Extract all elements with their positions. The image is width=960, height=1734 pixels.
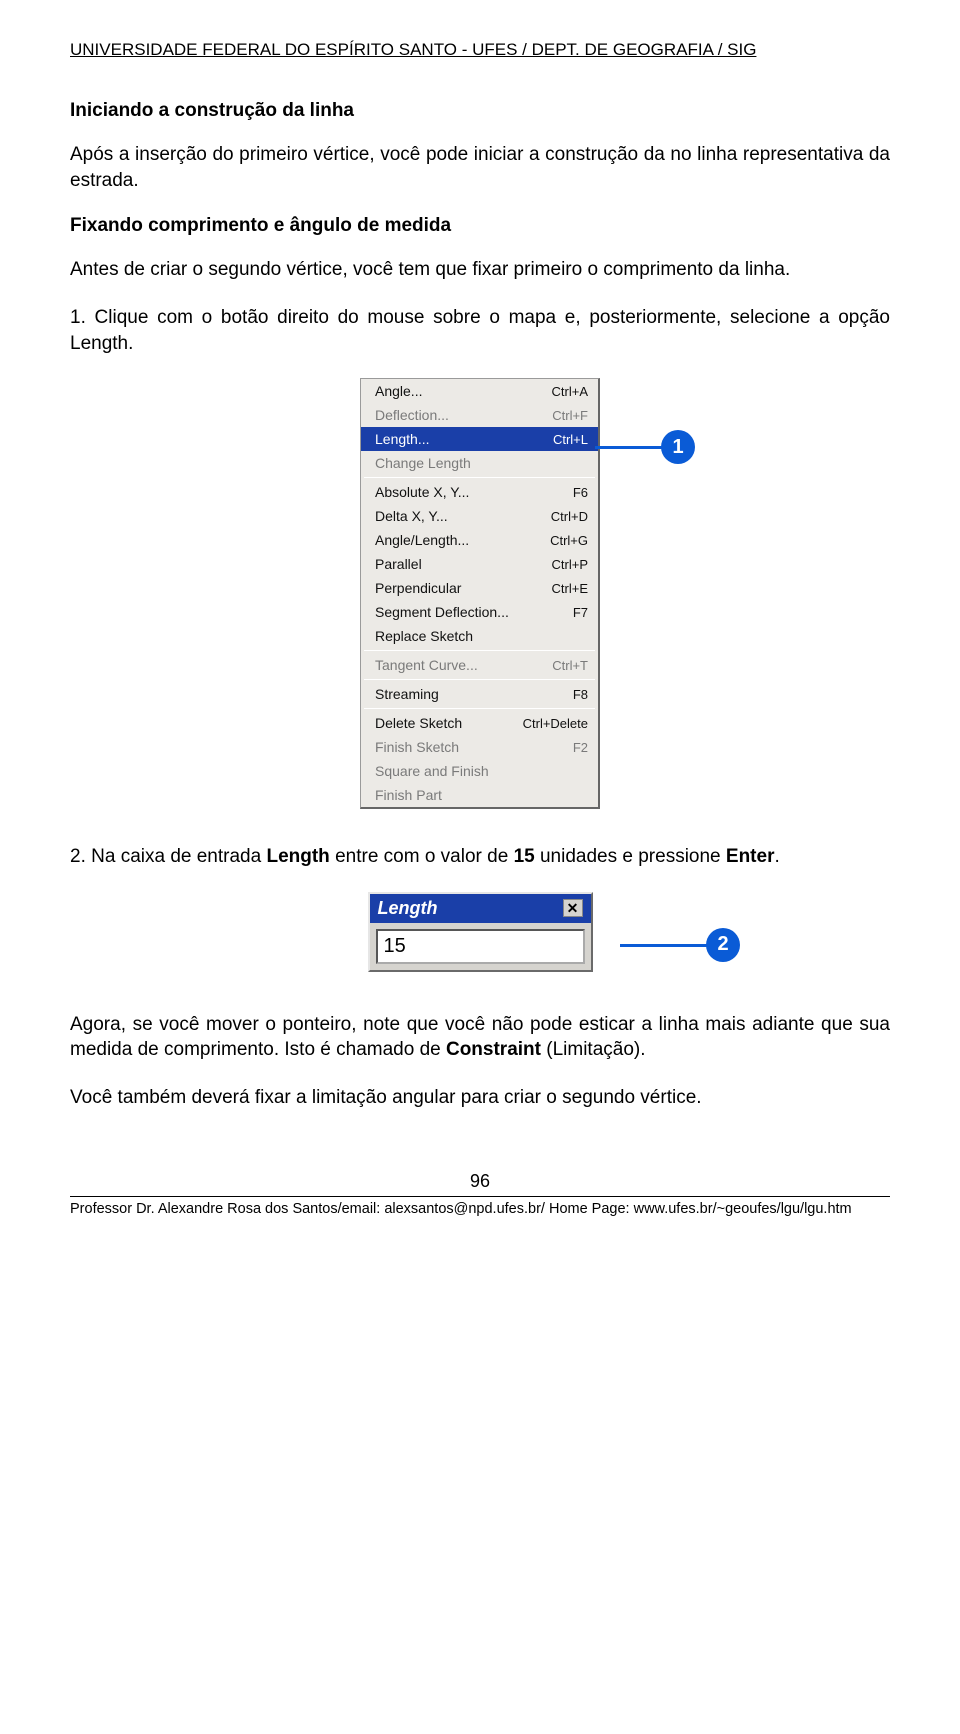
menu-item-shortcut: F7	[573, 605, 588, 620]
menu-item[interactable]: Perpendicular Ctrl+E	[361, 576, 598, 600]
context-menu-figure: Angle... Ctrl+A Deflection... Ctrl+F Length.…	[70, 378, 890, 809]
menu-item-shortcut: Ctrl+L	[553, 432, 588, 447]
menu-item-shortcut: Ctrl+E	[552, 581, 588, 596]
menu-item-label: Perpendicular	[375, 580, 461, 596]
callout-line	[595, 446, 665, 449]
context-menu: Angle... Ctrl+A Deflection... Ctrl+F Length.…	[360, 378, 600, 809]
menu-item-label: Deflection...	[375, 407, 449, 423]
menu-item: Deflection... Ctrl+F	[361, 403, 598, 427]
bold-text: 15	[514, 846, 535, 867]
paragraph: Você também deverá fixar a limitação ang…	[70, 1085, 890, 1111]
menu-item-label: Delete Sketch	[375, 715, 462, 731]
dialog-titlebar: Length ✕	[370, 894, 591, 923]
menu-item-label: Absolute X, Y...	[375, 484, 469, 500]
menu-item[interactable]: Angle/Length... Ctrl+G	[361, 528, 598, 552]
menu-item-shortcut: Ctrl+Delete	[523, 716, 588, 731]
paragraph: Agora, se você mover o ponteiro, note qu…	[70, 1012, 890, 1063]
text: unidades e pressione	[535, 846, 726, 867]
menu-item-shortcut: F8	[573, 687, 588, 702]
menu-item[interactable]: Parallel Ctrl+P	[361, 552, 598, 576]
menu-separator	[364, 708, 595, 709]
menu-item: Finish Part	[361, 783, 598, 807]
paragraph: Antes de criar o segundo vértice, você t…	[70, 257, 890, 283]
length-dialog: Length ✕	[368, 892, 593, 972]
length-input[interactable]	[376, 929, 585, 964]
menu-item-label: Length...	[375, 431, 430, 447]
length-dialog-figure: Length ✕ 2	[70, 892, 890, 972]
menu-separator	[364, 650, 595, 651]
menu-item-shortcut: Ctrl+T	[552, 658, 588, 673]
page-header: UNIVERSIDADE FEDERAL DO ESPÍRITO SANTO -…	[70, 40, 890, 60]
step-1: 1. Clique com o botão direito do mouse s…	[70, 305, 890, 356]
menu-item-label: Delta X, Y...	[375, 508, 448, 524]
dialog-title: Length	[378, 898, 438, 919]
menu-item-shortcut: Ctrl+D	[551, 509, 588, 524]
menu-item[interactable]: Angle... Ctrl+A	[361, 379, 598, 403]
menu-item-label: Parallel	[375, 556, 422, 572]
menu-item-label: Replace Sketch	[375, 628, 473, 644]
menu-separator	[364, 477, 595, 478]
menu-item[interactable]: Streaming F8	[361, 682, 598, 706]
menu-item-label: Finish Part	[375, 787, 442, 803]
bold-text: Length	[266, 846, 329, 867]
menu-item: Square and Finish	[361, 759, 598, 783]
menu-item-label: Finish Sketch	[375, 739, 459, 755]
menu-item[interactable]: Segment Deflection... F7	[361, 600, 598, 624]
paragraph: Após a inserção do primeiro vértice, voc…	[70, 142, 890, 193]
menu-item-shortcut: Ctrl+F	[552, 408, 588, 423]
menu-item-label: Angle...	[375, 383, 422, 399]
menu-item-label: Segment Deflection...	[375, 604, 509, 620]
menu-item[interactable]: Length... Ctrl+L	[361, 427, 598, 451]
page-number: 96	[70, 1171, 890, 1192]
menu-item[interactable]: Delete Sketch Ctrl+Delete	[361, 711, 598, 735]
menu-item: Change Length	[361, 451, 598, 475]
menu-item-shortcut: F2	[573, 740, 588, 755]
footer: Professor Dr. Alexandre Rosa dos Santos/…	[70, 1201, 890, 1217]
menu-item-label: Square and Finish	[375, 763, 489, 779]
callout-line	[620, 944, 710, 947]
text: entre com o valor de	[330, 846, 514, 867]
menu-item-shortcut: Ctrl+G	[550, 533, 588, 548]
bold-text: Constraint	[446, 1039, 541, 1060]
step-2: 2. Na caixa de entrada Length entre com …	[70, 844, 890, 870]
menu-item-label: Streaming	[375, 686, 439, 702]
menu-separator	[364, 679, 595, 680]
section-title-2: Fixando comprimento e ângulo de medida	[70, 215, 890, 237]
bold-text: Enter	[726, 846, 775, 867]
menu-item-label: Change Length	[375, 455, 471, 471]
callout-2: 2	[706, 928, 740, 962]
menu-item: Finish Sketch F2	[361, 735, 598, 759]
text: (Limitação).	[541, 1039, 646, 1060]
menu-item[interactable]: Replace Sketch	[361, 624, 598, 648]
section-title-1: Iniciando a construção da linha	[70, 100, 890, 122]
menu-item-label: Angle/Length...	[375, 532, 469, 548]
menu-item-shortcut: F6	[573, 485, 588, 500]
menu-item-shortcut: Ctrl+P	[552, 557, 588, 572]
callout-1: 1	[661, 430, 695, 464]
dialog-body	[370, 923, 591, 970]
footer-rule	[70, 1196, 890, 1197]
close-icon[interactable]: ✕	[563, 899, 583, 917]
text: .	[774, 846, 779, 867]
text: 2. Na caixa de entrada	[70, 846, 266, 867]
menu-item-shortcut: Ctrl+A	[552, 384, 588, 399]
menu-item-label: Tangent Curve...	[375, 657, 478, 673]
menu-item: Tangent Curve... Ctrl+T	[361, 653, 598, 677]
menu-item[interactable]: Absolute X, Y... F6	[361, 480, 598, 504]
menu-item[interactable]: Delta X, Y... Ctrl+D	[361, 504, 598, 528]
